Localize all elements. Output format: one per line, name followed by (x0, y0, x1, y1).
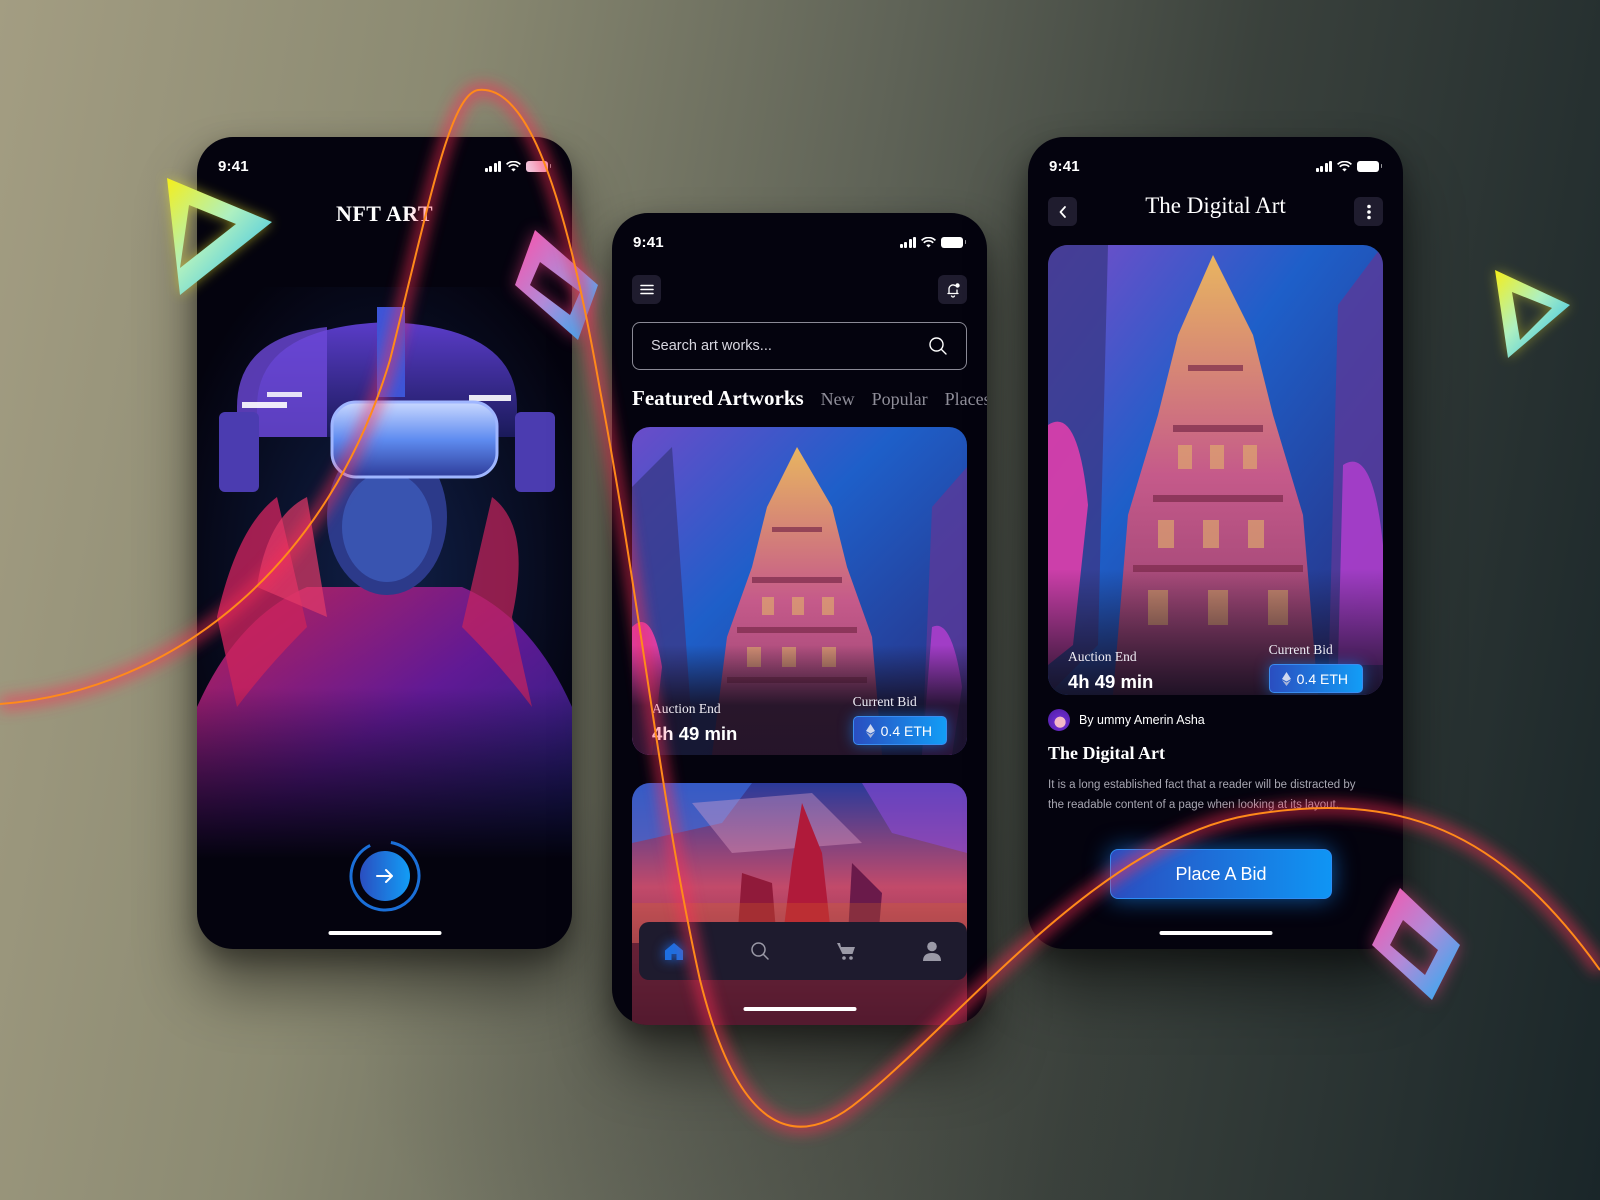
auction-label: Auction End (1068, 649, 1137, 664)
arrow-right-icon (375, 869, 393, 883)
user-icon (923, 941, 941, 961)
page-title: The Digital Art (1145, 193, 1286, 218)
bid-label: Current Bid (852, 694, 917, 709)
app-title: NFT ART (335, 201, 434, 226)
place-bid-button[interactable]: Place A Bid (1110, 849, 1332, 899)
battery-icon (941, 236, 966, 248)
status-time: 9:41 (1049, 157, 1080, 175)
home-icon (665, 942, 683, 960)
auction-info: Auction End 4h 49 min (1068, 649, 1153, 693)
tab-places[interactable]: Places (945, 389, 987, 410)
menu-icon (639, 284, 654, 295)
detail-screen: 9:41 The Digital Art Auction End 4h 49 m… (1028, 137, 1403, 949)
artwork-image (1048, 245, 1383, 695)
ethereum-icon (1281, 671, 1291, 686)
cart-icon (837, 943, 855, 960)
bid-pill[interactable]: 0.4 ETH (852, 716, 947, 745)
artwork-card[interactable]: Auction End 4h 49 min Current Bid 0.4 ET… (632, 427, 967, 755)
artwork-hero: Auction End 4h 49 min Current Bid 0.4 ET… (1048, 245, 1383, 695)
home-indicator (328, 931, 441, 935)
auction-label: Auction End (652, 701, 721, 716)
bid-info: Current Bid 0.4 ETH (852, 694, 947, 745)
card-meta: Auction End 4h 49 min Current Bid 0.4 ET… (652, 694, 947, 745)
auction-time: 4h 49 min (652, 723, 738, 744)
battery-icon (1357, 160, 1382, 172)
nav-profile[interactable] (917, 936, 947, 966)
nav-search[interactable] (745, 936, 775, 966)
tab-popular[interactable]: Popular (872, 389, 928, 410)
status-bar: 9:41 (612, 213, 987, 257)
artwork-description: It is a long established fact that a rea… (1048, 779, 1356, 811)
card-meta: Auction End 4h 49 min Current Bid 0.4 ET… (1068, 642, 1363, 693)
bid-pill[interactable]: 0.4 ETH (1268, 664, 1363, 693)
bid-label: Current Bid (1268, 642, 1333, 657)
home-indicator (1159, 931, 1272, 935)
next-button-circle (359, 851, 410, 901)
bell-icon (946, 282, 960, 298)
search-input[interactable] (651, 338, 928, 354)
signal-icon (1315, 160, 1332, 172)
tab-featured[interactable]: Featured Artworks (632, 386, 804, 411)
wifi-icon (921, 236, 936, 247)
author-row[interactable]: By ummy Amerin Asha (1048, 709, 1205, 731)
ethereum-icon (865, 723, 875, 738)
status-bar: 9:41 (197, 137, 572, 181)
signal-icon (899, 236, 916, 248)
artwork-card[interactable] (632, 783, 967, 1025)
triangle-shape-right (1495, 270, 1570, 358)
next-button[interactable] (348, 839, 422, 913)
artwork-title: The Digital Art (1048, 743, 1165, 763)
wifi-icon (1337, 160, 1352, 171)
author-name: By ummy Amerin Asha (1079, 713, 1205, 727)
home-indicator (743, 1007, 856, 1011)
tab-new[interactable]: New (821, 389, 855, 410)
artwork-image-2 (632, 783, 967, 1025)
bottom-navigation (639, 922, 967, 980)
avatar (1048, 709, 1070, 731)
notification-button[interactable] (938, 275, 967, 304)
more-button[interactable] (1354, 197, 1383, 226)
category-tabs: Featured Artworks New Popular Places (632, 386, 987, 411)
wifi-icon (506, 160, 521, 171)
status-time: 9:41 (633, 233, 664, 251)
auction-info: Auction End 4h 49 min (652, 701, 737, 745)
status-time: 9:41 (218, 157, 249, 175)
search-icon[interactable] (928, 336, 948, 356)
more-vertical-icon (1366, 204, 1371, 219)
bid-value: 0.4 ETH (880, 722, 932, 739)
search-icon (751, 942, 769, 960)
nav-home[interactable] (659, 936, 689, 966)
auction-time: 4h 49 min (1068, 671, 1154, 692)
status-bar: 9:41 (1028, 137, 1403, 181)
battery-icon (526, 160, 551, 172)
bid-value: 0.4 ETH (1296, 670, 1348, 687)
hero-artwork (197, 287, 572, 859)
bid-info: Current Bid 0.4 ETH (1268, 642, 1363, 693)
signal-icon (484, 160, 501, 172)
menu-button[interactable] (632, 275, 661, 304)
nav-cart[interactable] (831, 936, 861, 966)
home-screen: 9:41 Featured Artworks New Popular Place… (612, 213, 987, 1025)
onboarding-screen: 9:41 NFT ART (197, 137, 572, 949)
search-field (632, 322, 967, 370)
